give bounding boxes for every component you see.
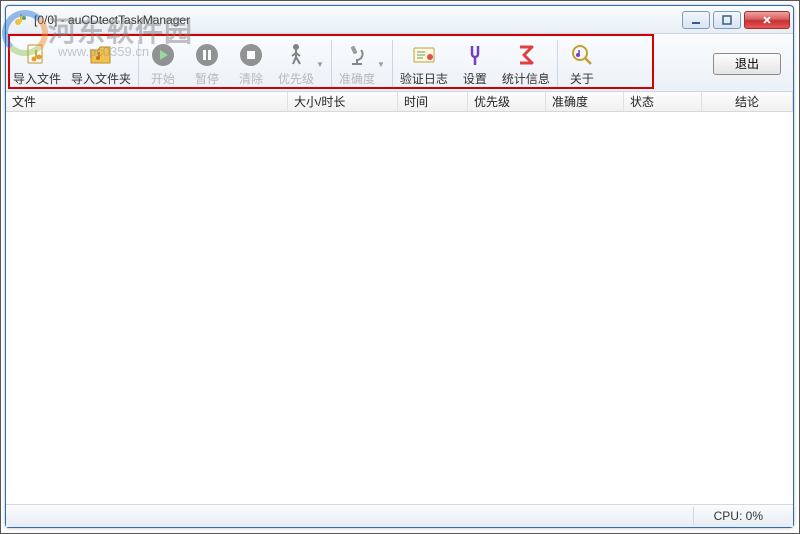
tuning-fork-icon — [462, 42, 488, 68]
titlebar[interactable]: [0/0] - auCDtectTaskManager — [6, 6, 793, 34]
toolbar: 导入文件 导入文件夹 开始 暂停 — [6, 34, 793, 92]
exit-label: 退出 — [735, 55, 759, 72]
exit-button[interactable]: 退出 — [713, 53, 781, 75]
pause-icon — [194, 42, 220, 68]
priority-button[interactable]: 优先级 ▼ — [273, 36, 329, 91]
priority-label: 优先级 — [278, 70, 314, 87]
pause-label: 暂停 — [195, 70, 219, 87]
about-button[interactable]: 关于 — [560, 36, 604, 91]
import-folder-button[interactable]: 导入文件夹 — [66, 36, 136, 91]
column-priority[interactable]: 优先级 — [468, 92, 546, 111]
start-label: 开始 — [151, 70, 175, 87]
about-label: 关于 — [570, 70, 594, 87]
statusbar: CPU: 0% — [6, 505, 793, 527]
statistics-label: 统计信息 — [502, 70, 550, 87]
accuracy-button[interactable]: 准确度 ▼ — [334, 36, 390, 91]
walking-person-icon — [283, 42, 309, 68]
magnifier-music-icon — [569, 42, 595, 68]
main-window: [0/0] - auCDtectTaskManager 导入文件 — [5, 5, 794, 528]
music-file-icon — [24, 42, 50, 68]
microscope-icon — [344, 42, 370, 68]
accuracy-label: 准确度 — [339, 70, 375, 87]
clear-button[interactable]: 清除 — [229, 36, 273, 91]
start-button[interactable]: 开始 — [141, 36, 185, 91]
verify-log-button[interactable]: 验证日志 — [395, 36, 453, 91]
list-header: 文件 大小/时长 时间 优先级 准确度 状态 结论 — [6, 92, 793, 112]
column-accuracy[interactable]: 准确度 — [546, 92, 624, 111]
statistics-button[interactable]: 统计信息 — [497, 36, 555, 91]
import-file-button[interactable]: 导入文件 — [8, 36, 66, 91]
column-size-duration[interactable]: 大小/时长 — [288, 92, 398, 111]
close-button[interactable] — [744, 11, 790, 29]
stop-icon — [238, 42, 264, 68]
minimize-button[interactable] — [682, 11, 710, 29]
dropdown-arrow-icon: ▼ — [377, 60, 385, 69]
window-title: [0/0] - auCDtectTaskManager — [34, 13, 190, 27]
play-icon — [150, 42, 176, 68]
app-icon — [12, 12, 28, 28]
verify-log-label: 验证日志 — [400, 70, 448, 87]
import-file-label: 导入文件 — [13, 70, 61, 87]
settings-button[interactable]: 设置 — [453, 36, 497, 91]
clear-label: 清除 — [239, 70, 263, 87]
music-folder-icon — [88, 42, 114, 68]
column-result[interactable]: 结论 — [702, 92, 793, 111]
column-status[interactable]: 状态 — [624, 92, 702, 111]
sigma-icon — [513, 42, 539, 68]
import-folder-label: 导入文件夹 — [71, 70, 131, 87]
column-time[interactable]: 时间 — [398, 92, 468, 111]
maximize-button[interactable] — [713, 11, 741, 29]
settings-label: 设置 — [463, 70, 487, 87]
cpu-status: CPU: 0% — [693, 507, 783, 525]
pause-button[interactable]: 暂停 — [185, 36, 229, 91]
column-file[interactable]: 文件 — [6, 92, 288, 111]
list-body[interactable] — [6, 112, 793, 505]
certificate-icon — [411, 42, 437, 68]
dropdown-arrow-icon: ▼ — [316, 60, 324, 69]
